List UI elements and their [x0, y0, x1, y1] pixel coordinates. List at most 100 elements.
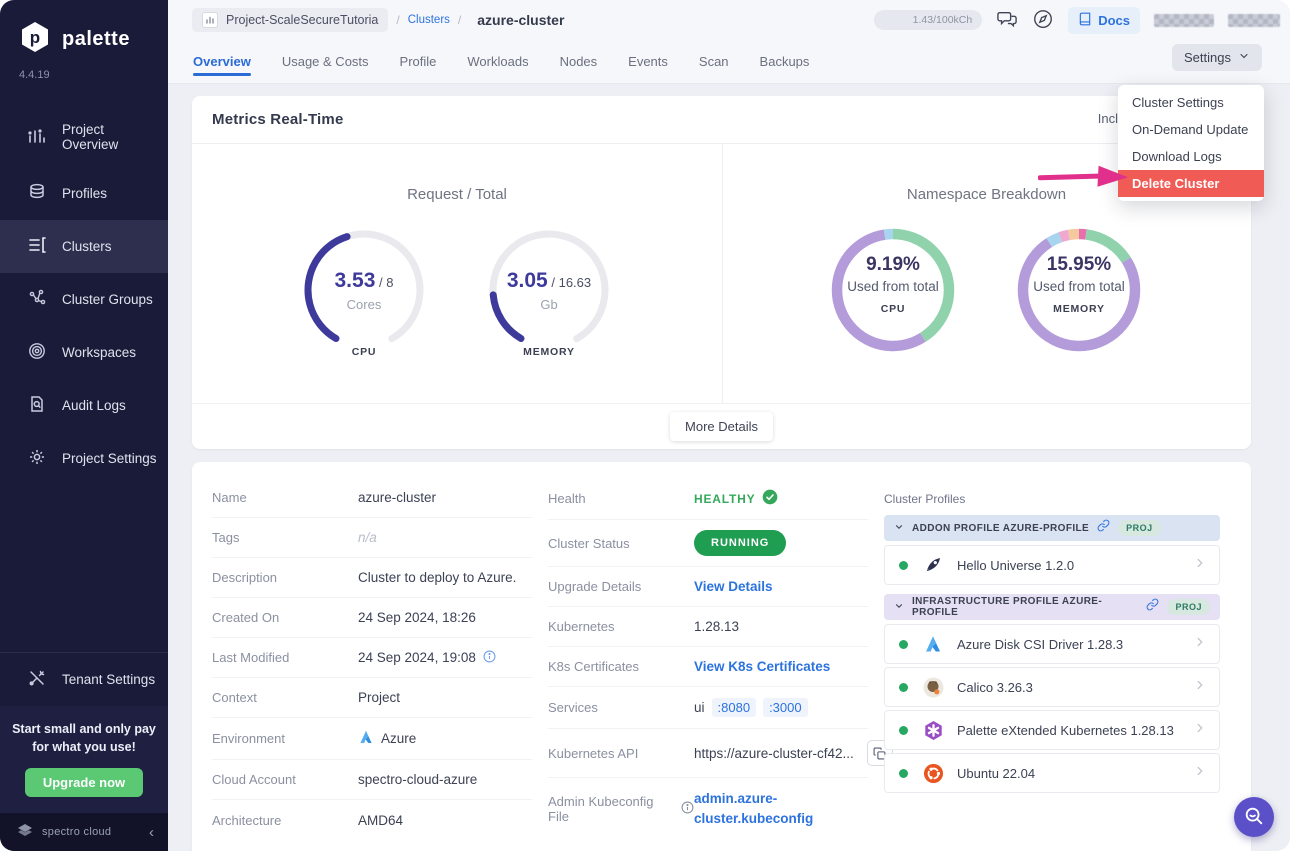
- app-window: p palette 4.4.19 Project Overview Profil…: [0, 0, 1290, 851]
- rocket-icon: [922, 554, 944, 576]
- azure-icon: [358, 729, 374, 748]
- view-details-link[interactable]: View Details: [694, 579, 773, 594]
- sidebar-item-clusters[interactable]: Clusters: [0, 220, 168, 273]
- clipped-include-label: Incl: [1097, 111, 1118, 126]
- redacted-user-info: [1154, 13, 1214, 27]
- sidebar-item-label: Clusters: [62, 239, 112, 254]
- version-label: 4.4.19: [19, 69, 50, 81]
- chevron-down-icon: [894, 598, 904, 616]
- sidebar: p palette 4.4.19 Project Overview Profil…: [0, 0, 168, 851]
- profile-layer-row[interactable]: Calico 3.26.3: [884, 667, 1220, 707]
- breadcrumb-clusters-link[interactable]: Clusters: [408, 14, 450, 26]
- table-row: Admin Kubeconfig File admin.azure-cluste…: [548, 778, 868, 841]
- status-dot: [899, 560, 908, 570]
- usage-quota-badge: 1.43/100kCh: [874, 10, 983, 30]
- svg-text:p: p: [30, 28, 40, 47]
- cluster-status-column: Health HEALTHY Cluster Status RUNNING Up…: [548, 478, 893, 841]
- chevron-down-icon: [894, 519, 904, 537]
- help-compass-button[interactable]: [1032, 8, 1054, 33]
- check-circle-icon: [762, 489, 778, 508]
- memory-namespace-percent: 15.95%: [1046, 253, 1112, 275]
- status-badge: RUNNING: [694, 530, 787, 556]
- profile-layer-row[interactable]: Azure Disk CSI Driver 1.28.3: [884, 624, 1220, 664]
- cpu-gauge: 3.53 / 8 Cores CPU: [300, 226, 428, 358]
- tab-usage-costs[interactable]: Usage & Costs: [282, 54, 369, 83]
- menu-item-delete-cluster[interactable]: Delete Cluster: [1118, 170, 1264, 197]
- upgrade-now-button[interactable]: Upgrade now: [24, 768, 144, 797]
- breadcrumb-current-page: azure-cluster: [477, 12, 565, 28]
- docs-button[interactable]: Docs: [1068, 6, 1140, 34]
- network-nodes-icon: [27, 288, 47, 311]
- chat-bubbles-icon: [996, 9, 1018, 32]
- namespace-cpu-donut: 9.19% Used from total CPU: [829, 226, 957, 354]
- settings-dropdown-button[interactable]: Settings: [1172, 44, 1262, 71]
- table-row: Cloud Account spectro-cloud-azure: [212, 760, 532, 800]
- tab-backups[interactable]: Backups: [760, 54, 810, 83]
- table-row: Health HEALTHY: [548, 478, 868, 520]
- settings-label: Settings: [1184, 50, 1231, 65]
- upgrade-message: Start small and only pay for what you us…: [12, 721, 156, 754]
- metrics-header: Metrics Real-Time Incl: [192, 96, 1251, 144]
- memory-used-value: 3.05: [506, 268, 548, 292]
- cpu-donut-label: CPU: [880, 302, 906, 315]
- info-icon[interactable]: [483, 650, 496, 666]
- memory-gauge: 3.05 / 16.63 Gb MEMORY: [485, 226, 613, 358]
- sidebar-item-label: Project Overview: [62, 122, 119, 152]
- sidebar-item-project-overview[interactable]: Project Overview: [0, 107, 168, 167]
- memory-donut-label: MEMORY: [1053, 302, 1105, 315]
- sidebar-item-profiles[interactable]: Profiles: [0, 167, 168, 220]
- feedback-chat-button[interactable]: [996, 9, 1018, 32]
- support-widget-button[interactable]: [1234, 797, 1274, 837]
- upgrade-promo: Start small and only pay for what you us…: [0, 705, 168, 813]
- profile-layer-row[interactable]: Palette eXtended Kubernetes 1.28.13: [884, 710, 1220, 750]
- service-port-link[interactable]: :8080: [711, 698, 757, 717]
- cluster-profiles-title: Cluster Profiles: [884, 492, 966, 506]
- chevron-down-icon: [1238, 50, 1250, 65]
- project-scope-chip[interactable]: Project-ScaleSecureTutoria: [192, 8, 389, 32]
- sidebar-item-audit-logs[interactable]: Audit Logs: [0, 379, 168, 432]
- view-k8s-certificates-link[interactable]: View K8s Certificates: [694, 659, 830, 674]
- brand-name: palette: [62, 28, 130, 50]
- collapse-sidebar-icon[interactable]: ‹: [149, 824, 154, 841]
- tab-overview[interactable]: Overview: [193, 54, 251, 83]
- memory-total-value: 16.63: [558, 274, 592, 290]
- metrics-footer: More Details: [192, 403, 1251, 449]
- sidebar-item-tenant-settings[interactable]: Tenant Settings: [0, 651, 168, 706]
- link-icon[interactable]: [1146, 598, 1159, 616]
- tab-scan[interactable]: Scan: [699, 54, 729, 83]
- menu-item-download-logs[interactable]: Download Logs: [1118, 143, 1264, 170]
- table-row: Kubernetes API https://azure-cluster-cf4…: [548, 729, 893, 778]
- tab-workloads[interactable]: Workloads: [467, 54, 528, 83]
- menu-item-on-demand-update[interactable]: On-Demand Update: [1118, 116, 1264, 143]
- sidebar-item-cluster-groups[interactable]: Cluster Groups: [0, 273, 168, 326]
- brand: p palette: [0, 0, 168, 59]
- cluster-details-card: Name azure-cluster Tags n/a Description Clu…: [192, 462, 1251, 851]
- tab-nodes[interactable]: Nodes: [560, 54, 598, 83]
- sidebar-item-project-settings[interactable]: Project Settings: [0, 432, 168, 485]
- separator: /: [551, 274, 555, 290]
- used-from-total-caption: Used from total: [1033, 278, 1125, 294]
- kubeconfig-download-link[interactable]: admin.azure-cluster.kubeconfig: [694, 789, 844, 830]
- tools-icon: [27, 668, 47, 691]
- tab-events[interactable]: Events: [628, 54, 668, 83]
- infrastructure-profile-group-header[interactable]: INFRASTRUCTURE PROFILE AZURE-PROFILE PRO…: [884, 594, 1220, 620]
- sidebar-item-workspaces[interactable]: Workspaces: [0, 326, 168, 379]
- status-dot: [899, 725, 908, 735]
- profile-layer-row[interactable]: Hello Universe 1.2.0: [884, 545, 1220, 585]
- cluster-list-icon: [27, 235, 47, 258]
- spectro-cloud-logo-icon: [16, 821, 34, 844]
- link-icon[interactable]: [1097, 519, 1110, 537]
- memory-gauge-label: MEMORY: [523, 346, 575, 358]
- palette-logo-icon: p: [18, 20, 52, 59]
- sidebar-item-label: Tenant Settings: [62, 671, 156, 687]
- info-icon[interactable]: [681, 801, 694, 817]
- more-details-button[interactable]: More Details: [670, 412, 773, 441]
- service-port-link[interactable]: :3000: [763, 698, 808, 717]
- profile-layer-row[interactable]: Ubuntu 22.04: [884, 753, 1220, 793]
- table-row: Environment Azure: [212, 718, 532, 760]
- metrics-title: Metrics Real-Time: [212, 111, 344, 128]
- menu-item-cluster-settings[interactable]: Cluster Settings: [1118, 89, 1264, 116]
- status-dot: [899, 639, 908, 649]
- addon-profile-group-header[interactable]: ADDON PROFILE AZURE-PROFILE PROJ: [884, 515, 1220, 541]
- tab-profile[interactable]: Profile: [400, 54, 437, 83]
